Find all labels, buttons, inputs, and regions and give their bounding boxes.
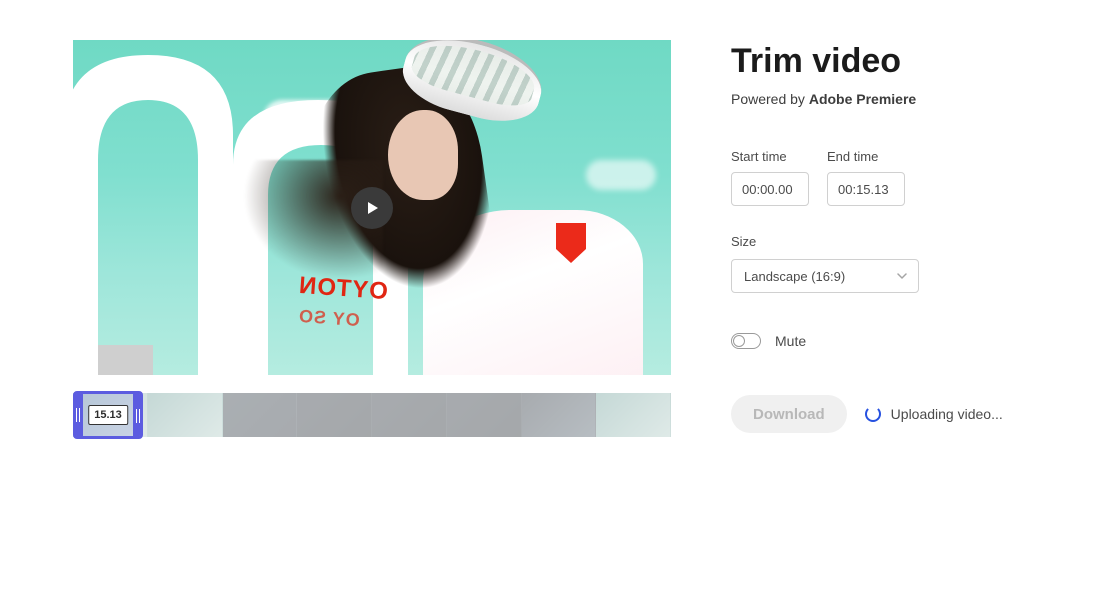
download-button[interactable]: Download: [731, 395, 847, 433]
chevron-down-icon: [896, 270, 908, 282]
red-marker: [556, 223, 586, 249]
upload-status-text: Uploading video...: [891, 406, 1003, 422]
subtitle-prefix: Powered by: [731, 91, 809, 107]
start-time-input[interactable]: [731, 172, 809, 206]
video-preview[interactable]: OYTON OY SO: [73, 40, 671, 375]
timeline-thumb: [148, 393, 223, 437]
mute-toggle[interactable]: [731, 333, 761, 349]
timeline-thumb: [223, 393, 298, 437]
timeline[interactable]: 15.13: [73, 393, 671, 437]
size-select[interactable]: Landscape (16:9): [731, 259, 919, 293]
page-title: Trim video: [731, 42, 1034, 81]
loading-spinner-icon: [865, 406, 881, 422]
end-time-input[interactable]: [827, 172, 905, 206]
jacket-graphic-subtext: OY SO: [297, 306, 360, 331]
decoration: [586, 160, 656, 190]
mute-label: Mute: [775, 333, 806, 349]
subtitle-brand: Adobe Premiere: [809, 91, 916, 107]
timeline-thumb: [447, 393, 522, 437]
timeline-thumb: [596, 393, 671, 437]
play-button[interactable]: [351, 187, 393, 229]
timeline-thumb: [372, 393, 447, 437]
trim-duration-badge: 15.13: [88, 405, 128, 425]
page-subtitle: Powered by Adobe Premiere: [731, 91, 1034, 107]
size-select-value: Landscape (16:9): [744, 269, 845, 284]
size-label: Size: [731, 234, 1034, 249]
play-icon: [364, 200, 380, 216]
end-time-label: End time: [827, 149, 905, 164]
upload-status: Uploading video...: [865, 406, 1003, 422]
trim-handle-end[interactable]: [133, 394, 143, 436]
start-time-label: Start time: [731, 149, 809, 164]
timeline-thumb: [522, 393, 597, 437]
trim-handle-start[interactable]: [73, 394, 83, 436]
toggle-knob: [733, 335, 745, 347]
timeline-thumbnails: [73, 393, 671, 437]
trim-selection[interactable]: 15.13: [73, 391, 143, 439]
timeline-thumb: [297, 393, 372, 437]
